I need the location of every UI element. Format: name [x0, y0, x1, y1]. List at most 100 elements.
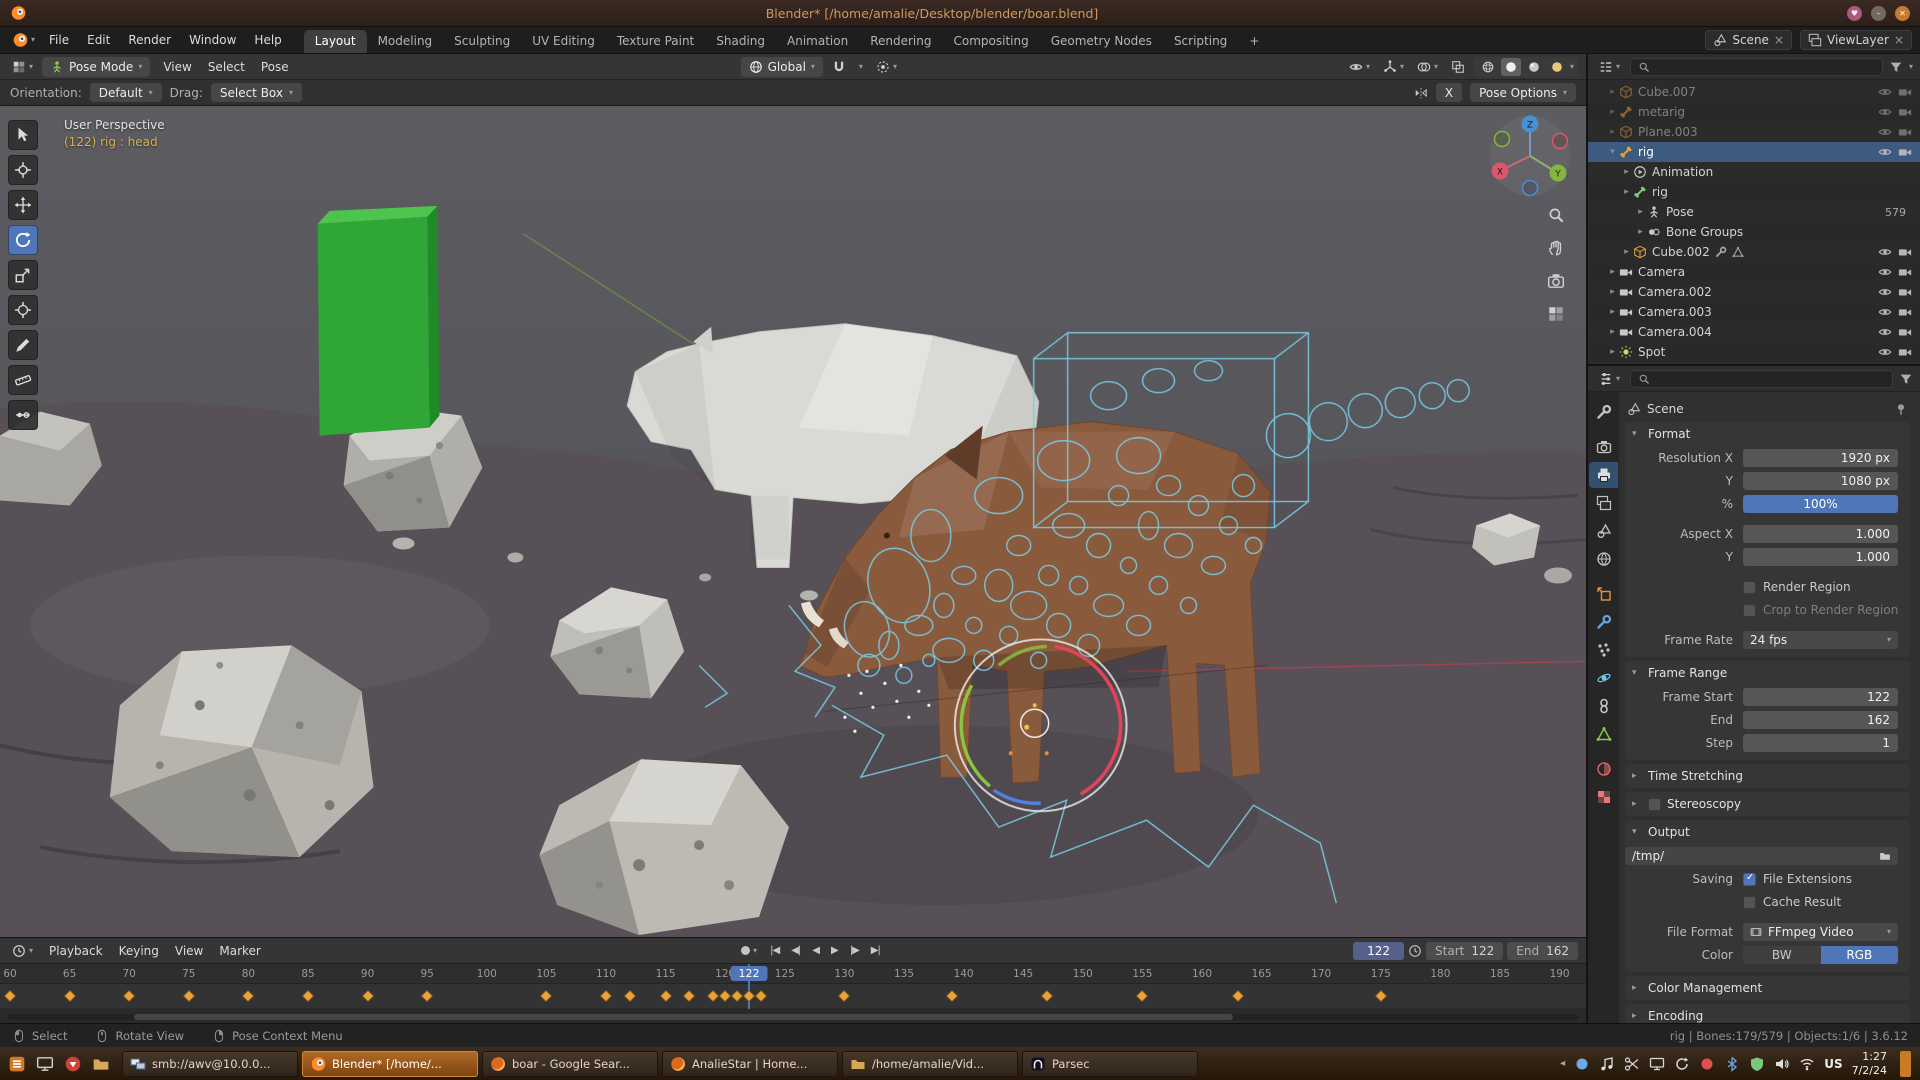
- disclosure-arrow[interactable]: ▸: [1606, 327, 1619, 337]
- transform-orientation-dropdown[interactable]: Global▾: [741, 57, 823, 77]
- tray-obs-icon[interactable]: [1574, 1056, 1590, 1072]
- hide-viewport-toggle[interactable]: [1878, 105, 1892, 119]
- current-frame-indicator[interactable]: 122: [731, 966, 768, 981]
- tray-volume-icon[interactable]: [1774, 1056, 1790, 1072]
- viewport-menu-view[interactable]: View: [155, 57, 199, 77]
- outliner-row[interactable]: ▸rig: [1588, 182, 1920, 202]
- frame-start-field[interactable]: Start122: [1426, 942, 1503, 960]
- taskbar-window-0[interactable]: smb://awv@10.0.0...: [122, 1051, 298, 1077]
- menu-render[interactable]: Render: [119, 30, 180, 50]
- jump-to-start-button[interactable]: |◀: [765, 944, 784, 957]
- properties-tab-output[interactable]: [1589, 462, 1618, 488]
- prop-section-header[interactable]: ▾Frame Range: [1625, 661, 1910, 685]
- minimize-button[interactable]: ♥: [1847, 6, 1862, 21]
- properties-tab-modifiers[interactable]: [1589, 609, 1618, 635]
- 3d-viewport[interactable]: User Perspective (122) rig : head Z X Y: [0, 106, 1586, 937]
- properties-tab-object-data[interactable]: [1589, 721, 1618, 747]
- zoom-button[interactable]: [1547, 206, 1565, 224]
- taskbar-window-4[interactable]: /home/amalie/Vid...: [842, 1051, 1018, 1077]
- properties-search[interactable]: [1630, 370, 1893, 388]
- output-path-field[interactable]: /tmp/: [1625, 847, 1898, 865]
- checkbox-crop-to-render-region[interactable]: [1743, 604, 1756, 617]
- outliner-row[interactable]: ▸Bone Groups: [1588, 222, 1920, 242]
- disclosure-arrow[interactable]: ▸: [1620, 167, 1633, 177]
- workspace-tab-layout[interactable]: Layout: [304, 30, 367, 53]
- properties-tab-constraints[interactable]: [1589, 693, 1618, 719]
- shading-material-button[interactable]: [1524, 58, 1544, 76]
- dropdown-field[interactable]: 24 fps▾: [1743, 631, 1898, 649]
- tool-scale[interactable]: [8, 260, 38, 290]
- value-field[interactable]: 1920 px: [1743, 449, 1898, 467]
- checkbox-file-extensions[interactable]: [1743, 873, 1756, 886]
- next-keyframe-button[interactable]: |▶: [845, 944, 864, 957]
- screenshot-app-button[interactable]: [60, 1051, 86, 1077]
- disclosure-arrow[interactable]: ▸: [1634, 227, 1647, 237]
- hide-viewport-toggle[interactable]: [1878, 265, 1892, 279]
- value-field[interactable]: 162: [1743, 711, 1898, 729]
- hide-viewport-toggle[interactable]: [1878, 125, 1892, 139]
- prop-section-header[interactable]: ▸Time Stretching: [1625, 764, 1910, 788]
- hide-viewport-toggle[interactable]: [1878, 345, 1892, 359]
- taskbar-window-2[interactable]: boar - Google Sear...: [482, 1051, 658, 1077]
- outliner-row[interactable]: ▸Cube.007: [1588, 82, 1920, 102]
- hide-render-toggle[interactable]: [1898, 145, 1912, 159]
- add-workspace-button[interactable]: +: [1238, 30, 1270, 53]
- shading-rendered-button[interactable]: [1547, 58, 1567, 76]
- visibility-dropdown[interactable]: ▾: [1345, 58, 1374, 76]
- tray-sync-icon[interactable]: [1674, 1056, 1690, 1072]
- show-desktop-corner[interactable]: [1900, 1051, 1911, 1077]
- percentage-slider[interactable]: 100%: [1743, 495, 1898, 513]
- outliner-editor-type-button[interactable]: ▾: [1595, 58, 1624, 76]
- tray-screenshot-icon[interactable]: [1624, 1056, 1640, 1072]
- properties-tab-object[interactable]: [1589, 581, 1618, 607]
- properties-tab-scene[interactable]: [1589, 518, 1618, 544]
- hide-render-toggle[interactable]: [1898, 125, 1912, 139]
- gizmos-dropdown[interactable]: ▾: [1379, 58, 1408, 76]
- tray-bluetooth-icon[interactable]: [1724, 1056, 1740, 1072]
- hide-viewport-toggle[interactable]: [1878, 245, 1892, 259]
- axis-z-neg[interactable]: [1523, 181, 1538, 196]
- drag-dropdown[interactable]: Select Box▾: [211, 83, 302, 102]
- hide-render-toggle[interactable]: [1898, 325, 1912, 339]
- shading-wireframe-button[interactable]: [1478, 58, 1498, 76]
- hide-viewport-toggle[interactable]: [1878, 285, 1892, 299]
- disclosure-arrow[interactable]: ▸: [1606, 107, 1619, 117]
- tool-transform[interactable]: [8, 295, 38, 325]
- section-checkbox[interactable]: [1648, 798, 1661, 811]
- outliner-row[interactable]: ▸Animation: [1588, 162, 1920, 182]
- tool-annotate[interactable]: [8, 330, 38, 360]
- disclosure-arrow[interactable]: ▸: [1634, 207, 1647, 217]
- clock[interactable]: 1:27 7/2/24: [1852, 1050, 1887, 1076]
- value-field[interactable]: 1.000: [1743, 548, 1898, 566]
- value-field[interactable]: 1.000: [1743, 525, 1898, 543]
- snap-dropdown[interactable]: ▾: [855, 61, 867, 73]
- editor-type-button[interactable]: ▾: [8, 58, 37, 76]
- viewport-canvas[interactable]: [0, 106, 1586, 937]
- close-button[interactable]: ✕: [1895, 6, 1910, 21]
- maximize-button[interactable]: –: [1871, 6, 1886, 21]
- workspace-tab-rendering[interactable]: Rendering: [859, 30, 942, 53]
- taskbar-window-1[interactable]: Blender* [/home/...: [302, 1051, 478, 1077]
- properties-tab-view-layer[interactable]: [1589, 490, 1618, 516]
- pan-button[interactable]: [1547, 239, 1565, 257]
- outliner-row[interactable]: ▸Camera.002: [1588, 282, 1920, 302]
- mode-dropdown[interactable]: Pose Mode▾: [42, 57, 150, 77]
- outliner-options-dropdown[interactable]: ▾: [1909, 63, 1913, 71]
- disclosure-arrow[interactable]: ▸: [1606, 287, 1619, 297]
- disclosure-arrow[interactable]: ▸: [1606, 347, 1619, 357]
- hide-render-toggle[interactable]: [1898, 265, 1912, 279]
- disclosure-arrow[interactable]: ▸: [1606, 307, 1619, 317]
- timeline-ruler[interactable]: 6065707580859095100105110115120125130135…: [0, 964, 1586, 984]
- menu-button[interactable]: [4, 1051, 30, 1077]
- disclosure-arrow[interactable]: ▸: [1606, 267, 1619, 277]
- hide-render-toggle[interactable]: [1898, 305, 1912, 319]
- hide-viewport-toggle[interactable]: [1878, 325, 1892, 339]
- scene-selector[interactable]: Scene ×: [1705, 30, 1792, 50]
- overlays-dropdown[interactable]: ▾: [1413, 58, 1442, 76]
- timeline-scrollbar[interactable]: [8, 1014, 1578, 1020]
- files-app-button[interactable]: [88, 1051, 114, 1077]
- outliner-row[interactable]: ▾rig: [1588, 142, 1920, 162]
- outliner-row[interactable]: ▸Camera.004: [1588, 322, 1920, 342]
- tray-recorder-icon[interactable]: [1699, 1056, 1715, 1072]
- disclosure-arrow[interactable]: ▸: [1620, 187, 1633, 197]
